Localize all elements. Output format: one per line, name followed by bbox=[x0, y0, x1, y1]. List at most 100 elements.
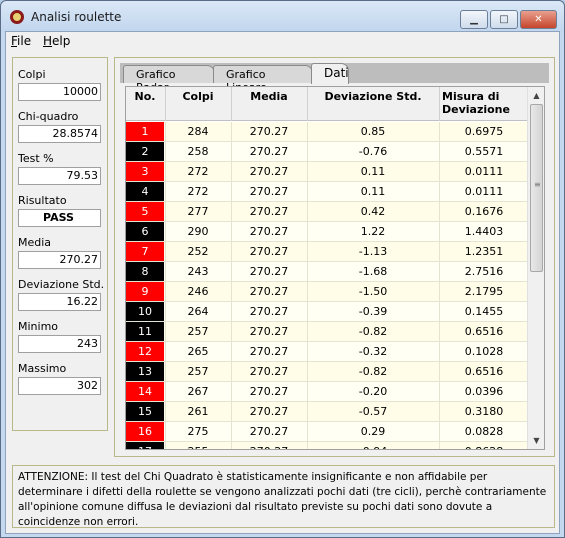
table-row[interactable]: 14 267 270.27 -0.20 0.0396 bbox=[126, 382, 528, 402]
cell-misura: 2.7516 bbox=[464, 265, 504, 278]
cell-deviazione: 0.85 bbox=[360, 125, 386, 138]
header-no[interactable]: No. bbox=[126, 90, 164, 103]
cell-misura: 0.6516 bbox=[464, 365, 504, 378]
table-row[interactable]: 4 272 270.27 0.11 0.0111 bbox=[126, 182, 528, 202]
table-row[interactable]: 11 257 270.27 -0.82 0.6516 bbox=[126, 322, 528, 342]
cell-media: 270.27 bbox=[249, 205, 289, 218]
tab-dati[interactable]: Dati bbox=[311, 63, 349, 84]
minimo-label: Minimo bbox=[18, 320, 59, 333]
table-row[interactable]: 16 275 270.27 0.29 0.0828 bbox=[126, 422, 528, 442]
cell-colpi: 261 bbox=[187, 405, 209, 418]
cell-colpi: 272 bbox=[187, 185, 209, 198]
cell-media: 270.27 bbox=[249, 405, 289, 418]
deviazione-label: Deviazione Std. bbox=[18, 278, 105, 291]
cell-misura: 0.1455 bbox=[464, 305, 504, 318]
scroll-thumb[interactable]: ≡ bbox=[530, 104, 543, 272]
colpi-label: Colpi bbox=[18, 68, 46, 81]
cell-deviazione: -1.50 bbox=[358, 285, 388, 298]
table-row[interactable]: 1 284 270.27 0.85 0.6975 bbox=[126, 122, 528, 142]
header-misura[interactable]: Misura di Deviazione bbox=[442, 90, 526, 116]
cell-number: 17 bbox=[126, 442, 164, 449]
table-row[interactable]: 3 272 270.27 0.11 0.0111 bbox=[126, 162, 528, 182]
cell-deviazione: -1.13 bbox=[358, 245, 388, 258]
deviazione-field[interactable]: 16.22 bbox=[18, 293, 101, 311]
table-row[interactable]: 2 258 270.27 -0.76 0.5571 bbox=[126, 142, 528, 162]
cell-number: 7 bbox=[126, 242, 164, 261]
cell-number: 3 bbox=[126, 162, 164, 181]
table-row[interactable]: 8 243 270.27 -1.68 2.7516 bbox=[126, 262, 528, 282]
cell-colpi: 252 bbox=[187, 245, 209, 258]
cell-deviazione: -0.57 bbox=[358, 405, 388, 418]
cell-number: 1 bbox=[126, 122, 164, 141]
cell-misura: 0.3180 bbox=[464, 405, 504, 418]
window-title: Analisi roulette bbox=[31, 10, 122, 24]
colpi-field[interactable]: 10000 bbox=[18, 83, 101, 101]
chi-quadro-field[interactable]: 28.8574 bbox=[18, 125, 101, 143]
table-row[interactable]: 9 246 270.27 -1.50 2.1795 bbox=[126, 282, 528, 302]
cell-misura: 0.0396 bbox=[464, 385, 504, 398]
tab-grafico-radar[interactable]: Grafico Radar bbox=[123, 65, 215, 94]
table-row[interactable]: 6 290 270.27 1.22 1.4403 bbox=[126, 222, 528, 242]
header-media[interactable]: Media bbox=[232, 90, 306, 103]
cell-deviazione: -0.76 bbox=[358, 145, 388, 158]
cell-misura: 0.1028 bbox=[464, 345, 504, 358]
cell-misura: 0.0828 bbox=[464, 425, 504, 438]
cell-misura: 2.1795 bbox=[464, 285, 504, 298]
risultato-field[interactable]: PASS bbox=[18, 209, 101, 227]
cell-deviazione: -0.32 bbox=[358, 345, 388, 358]
close-button[interactable]: ✕ bbox=[520, 10, 557, 29]
cell-media: 270.27 bbox=[249, 225, 289, 238]
vertical-scrollbar[interactable]: ▲ ≡ ▼ bbox=[527, 87, 544, 449]
title-bar[interactable]: Analisi roulette ▁ □ ✕ bbox=[1, 1, 564, 31]
chi-quadro-label: Chi-quadro bbox=[18, 110, 79, 123]
table-header: No. Colpi Media Deviazione Std. Misura d… bbox=[126, 87, 528, 121]
cell-media: 270.27 bbox=[249, 245, 289, 258]
cell-number: 13 bbox=[126, 362, 164, 381]
minimo-field[interactable]: 243 bbox=[18, 335, 101, 353]
cell-number: 6 bbox=[126, 222, 164, 241]
table-row[interactable]: 13 257 270.27 -0.82 0.6516 bbox=[126, 362, 528, 382]
media-field[interactable]: 270.27 bbox=[18, 251, 101, 269]
menu-bar: File Help bbox=[6, 32, 559, 52]
test-label: Test % bbox=[18, 152, 54, 165]
scroll-down-arrow-icon[interactable]: ▼ bbox=[528, 432, 544, 449]
data-panel: Grafico Radar Grafico Lineare Dati No. C… bbox=[114, 57, 555, 457]
table-row[interactable]: 12 265 270.27 -0.32 0.1028 bbox=[126, 342, 528, 362]
test-field[interactable]: 79.53 bbox=[18, 167, 101, 185]
cell-misura: 0.6975 bbox=[464, 125, 504, 138]
scroll-up-arrow-icon[interactable]: ▲ bbox=[528, 87, 544, 104]
cell-colpi: 258 bbox=[187, 145, 209, 158]
cell-media: 270.27 bbox=[249, 345, 289, 358]
roulette-icon bbox=[10, 10, 24, 24]
cell-number: 8 bbox=[126, 262, 164, 281]
cell-media: 270.27 bbox=[249, 165, 289, 178]
header-deviazione[interactable]: Deviazione Std. bbox=[308, 90, 438, 103]
cell-number: 14 bbox=[126, 382, 164, 401]
table-row[interactable]: 15 261 270.27 -0.57 0.3180 bbox=[126, 402, 528, 422]
cell-media: 270.27 bbox=[249, 125, 289, 138]
minimize-button[interactable]: ▁ bbox=[460, 10, 488, 29]
cell-colpi: 275 bbox=[187, 425, 209, 438]
cell-media: 270.27 bbox=[249, 305, 289, 318]
cell-number: 5 bbox=[126, 202, 164, 221]
menu-file[interactable]: File bbox=[11, 34, 31, 48]
tab-grafico-lineare[interactable]: Grafico Lineare bbox=[213, 65, 313, 94]
cell-media: 270.27 bbox=[249, 325, 289, 338]
cell-number: 2 bbox=[126, 142, 164, 161]
maximize-button[interactable]: □ bbox=[490, 10, 518, 29]
table-row[interactable]: 10 264 270.27 -0.39 0.1455 bbox=[126, 302, 528, 322]
stats-panel: Colpi 10000 Chi-quadro 28.8574 Test % 79… bbox=[12, 57, 108, 431]
risultato-label: Risultato bbox=[18, 194, 67, 207]
header-colpi[interactable]: Colpi bbox=[166, 90, 230, 103]
cell-number: 11 bbox=[126, 322, 164, 341]
table-row[interactable]: 5 277 270.27 0.42 0.1676 bbox=[126, 202, 528, 222]
cell-number: 4 bbox=[126, 182, 164, 201]
table-row[interactable]: 7 252 270.27 -1.13 1.2351 bbox=[126, 242, 528, 262]
menu-help[interactable]: Help bbox=[43, 34, 70, 48]
cell-deviazione: 0.11 bbox=[360, 165, 386, 178]
cell-number: 12 bbox=[126, 342, 164, 361]
data-table: No. Colpi Media Deviazione Std. Misura d… bbox=[125, 86, 545, 450]
cell-media: 270.27 bbox=[249, 185, 289, 198]
massimo-field[interactable]: 302 bbox=[18, 377, 101, 395]
table-row[interactable]: 17255270.27-0.94 0.8628 bbox=[126, 442, 528, 449]
